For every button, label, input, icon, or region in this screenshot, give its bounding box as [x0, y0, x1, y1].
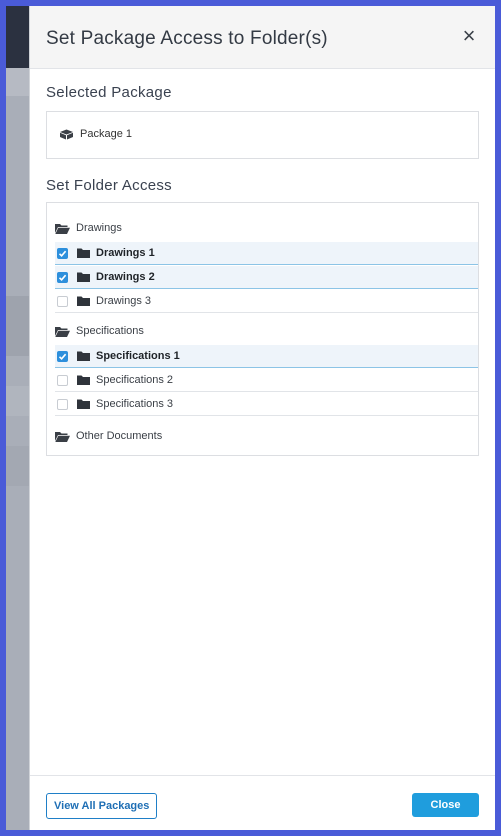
folder-open-icon: [55, 223, 70, 234]
selected-package-item: Package 1: [59, 128, 132, 140]
close-icon[interactable]: ×: [457, 23, 481, 48]
panel-title: Set Package Access to Folder(s): [46, 28, 328, 49]
folder-checkbox[interactable]: [57, 247, 68, 259]
folder-row-specifications-3[interactable]: Specifications 3: [55, 393, 478, 416]
folder-group-label: Specifications: [76, 325, 144, 337]
close-button[interactable]: Close: [412, 793, 479, 817]
folder-icon: [77, 248, 90, 258]
folder-open-icon: [55, 431, 70, 442]
panel-footer: View All Packages Close: [30, 775, 495, 830]
folder-checkbox[interactable]: [57, 271, 68, 283]
window-frame: Set Package Access to Folder(s) × Select…: [6, 6, 495, 830]
folder-checkbox[interactable]: [57, 350, 68, 362]
selected-package-box: Package 1: [46, 111, 479, 159]
folder-icon: [77, 272, 90, 282]
folder-access-box: Drawings Drawings 1 Drawings 2 Drawings …: [46, 202, 479, 456]
selected-package-heading: Selected Package: [46, 84, 172, 101]
folder-icon: [77, 296, 90, 306]
folder-icon: [77, 375, 90, 385]
folder-row-drawings-1[interactable]: Drawings 1: [55, 242, 478, 265]
folder-group-drawings[interactable]: Drawings: [55, 217, 478, 239]
folder-row-specifications-1[interactable]: Specifications 1: [55, 345, 478, 368]
folder-checkbox[interactable]: [57, 374, 68, 386]
folder-label: Drawings 3: [96, 295, 152, 307]
folder-row-drawings-3[interactable]: Drawings 3: [55, 290, 478, 313]
folder-label: Specifications 1: [96, 350, 180, 362]
folder-group-label: Drawings: [76, 222, 122, 234]
folder-row-specifications-2[interactable]: Specifications 2: [55, 369, 478, 392]
panel-header: Set Package Access to Folder(s) ×: [30, 6, 495, 69]
folder-row-drawings-2[interactable]: Drawings 2: [55, 266, 478, 289]
view-all-packages-button[interactable]: View All Packages: [46, 793, 158, 819]
folder-checkbox[interactable]: [57, 398, 68, 410]
folder-checkbox[interactable]: [57, 295, 68, 307]
package-icon: [59, 129, 74, 140]
set-folder-access-heading: Set Folder Access: [46, 177, 172, 194]
folder-icon: [77, 351, 90, 361]
folder-label: Specifications 3: [96, 398, 174, 410]
folder-group-label: Other Documents: [76, 430, 163, 442]
folder-label: Drawings 1: [96, 247, 155, 259]
folder-icon: [77, 399, 90, 409]
folder-group-other-documents[interactable]: Other Documents: [55, 425, 478, 447]
folder-label: Specifications 2: [96, 374, 174, 386]
background-page-strip: [6, 6, 29, 830]
set-package-access-panel: Set Package Access to Folder(s) × Select…: [29, 6, 495, 830]
folder-open-icon: [55, 326, 70, 337]
folder-label: Drawings 2: [96, 271, 155, 283]
folder-group-specifications[interactable]: Specifications: [55, 320, 478, 342]
selected-package-name: Package 1: [80, 128, 132, 140]
